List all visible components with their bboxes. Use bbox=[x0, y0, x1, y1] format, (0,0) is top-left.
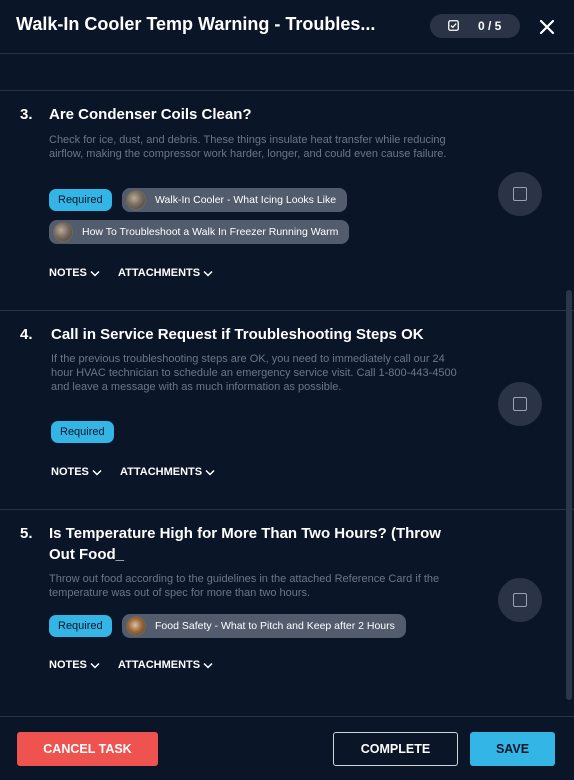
attachments-label: ATTACHMENTS bbox=[120, 466, 203, 478]
task-title: Call in Service Request if Troubleshooti… bbox=[51, 326, 424, 343]
scrollbar[interactable] bbox=[566, 290, 572, 700]
attachments-label: ATTACHMENTS bbox=[118, 267, 201, 279]
chevron-down-icon bbox=[90, 662, 100, 669]
attachment-thumbnail bbox=[53, 222, 73, 242]
attachment-chip[interactable]: How To Troubleshoot a Walk In Freezer Ru… bbox=[49, 220, 350, 244]
attachments-toggle[interactable]: ATTACHMENTS bbox=[118, 659, 213, 671]
notes-label: NOTES bbox=[51, 466, 89, 478]
notes-label: NOTES bbox=[49, 267, 87, 279]
modal-header: Walk-In Cooler Temp Warning - Troubles..… bbox=[0, 0, 574, 54]
task-description: Throw out food according to the guidelin… bbox=[49, 573, 440, 599]
task-description: Check for ice, dust, and debris. These t… bbox=[49, 134, 447, 160]
attachment-chip[interactable]: Walk-In Cooler - What Icing Looks Like bbox=[122, 188, 348, 212]
close-icon[interactable] bbox=[536, 16, 558, 38]
checkbox-icon bbox=[448, 20, 459, 31]
attachments-toggle[interactable]: ATTACHMENTS bbox=[118, 267, 213, 279]
chevron-down-icon bbox=[203, 662, 213, 669]
task-checkbox[interactable] bbox=[498, 578, 542, 622]
chevron-down-icon bbox=[205, 469, 215, 476]
checkbox-square bbox=[513, 397, 527, 411]
task-number: 5. bbox=[20, 525, 33, 542]
task-list[interactable]: 3. Are Condenser Coils Clean? Check for … bbox=[0, 54, 574, 716]
attachment-label: Walk-In Cooler - What Icing Looks Like bbox=[155, 194, 337, 206]
checkbox-square bbox=[513, 593, 527, 607]
progress-count: 0 / 5 bbox=[478, 19, 502, 33]
save-button[interactable]: SAVE bbox=[470, 732, 555, 766]
chevron-down-icon bbox=[203, 270, 213, 277]
modal-footer: CANCEL TASK COMPLETE SAVE bbox=[0, 716, 574, 780]
task-checkbox[interactable] bbox=[498, 172, 542, 216]
cancel-task-button[interactable]: CANCEL TASK bbox=[17, 732, 158, 766]
notes-toggle[interactable]: NOTES bbox=[49, 659, 100, 671]
notes-toggle[interactable]: NOTES bbox=[51, 466, 102, 478]
complete-button[interactable]: COMPLETE bbox=[333, 732, 458, 766]
task-number: 4. bbox=[20, 326, 33, 343]
attachment-thumbnail bbox=[126, 190, 146, 210]
attachment-thumbnail bbox=[126, 616, 146, 636]
task-description: If the previous troubleshooting steps ar… bbox=[51, 353, 457, 393]
attachment-label: Food Safety - What to Pitch and Keep aft… bbox=[155, 620, 395, 632]
required-badge: Required bbox=[51, 421, 114, 443]
checkbox-square bbox=[513, 187, 527, 201]
task-checkbox[interactable] bbox=[498, 382, 542, 426]
attachment-label: How To Troubleshoot a Walk In Freezer Ru… bbox=[82, 226, 339, 238]
task-number: 3. bbox=[20, 106, 33, 123]
notes-toggle[interactable]: NOTES bbox=[49, 267, 100, 279]
task-title: Is Temperature High for More Than Two Ho… bbox=[49, 525, 441, 563]
required-badge: Required bbox=[49, 189, 112, 211]
task-item-5: 5. Is Temperature High for More Than Two… bbox=[0, 510, 574, 716]
task-item-4: 4. Call in Service Request if Troublesho… bbox=[0, 311, 574, 509]
page-title: Walk-In Cooler Temp Warning - Troubles..… bbox=[16, 14, 376, 34]
task-item-3: 3. Are Condenser Coils Clean? Check for … bbox=[0, 91, 574, 310]
attachments-toggle[interactable]: ATTACHMENTS bbox=[120, 466, 215, 478]
task-title: Are Condenser Coils Clean? bbox=[49, 106, 252, 123]
chevron-down-icon bbox=[92, 469, 102, 476]
chevron-down-icon bbox=[90, 270, 100, 277]
progress-badge: 0 / 5 bbox=[430, 14, 520, 38]
required-badge: Required bbox=[49, 615, 112, 637]
attachments-label: ATTACHMENTS bbox=[118, 659, 201, 671]
attachment-chip[interactable]: Food Safety - What to Pitch and Keep aft… bbox=[122, 614, 406, 638]
notes-label: NOTES bbox=[49, 659, 87, 671]
